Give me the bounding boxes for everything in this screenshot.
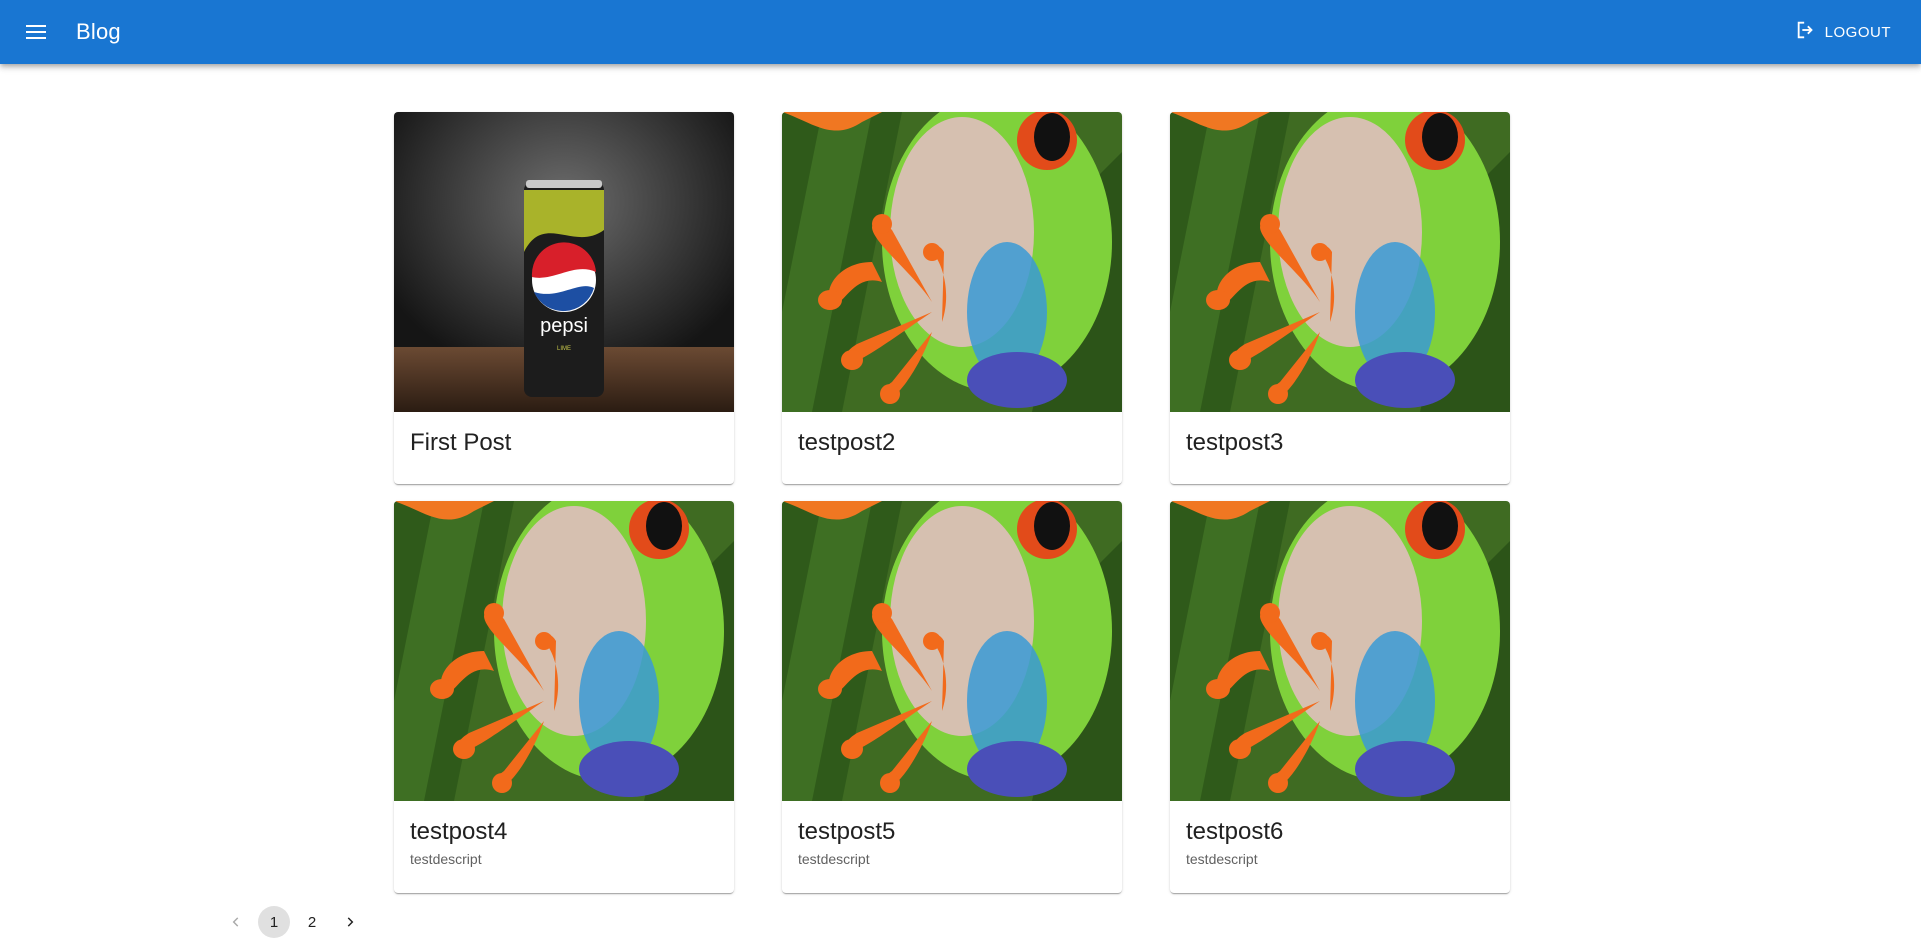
post-image xyxy=(782,501,1122,801)
post-card[interactable]: First Post xyxy=(394,112,734,484)
post-title: testpost4 xyxy=(410,818,508,845)
post-title: First Post xyxy=(410,429,512,456)
post-title: testpost6 xyxy=(1186,818,1284,845)
post-card[interactable]: testpost4 testdescript xyxy=(394,501,734,893)
previous-page-button[interactable] xyxy=(220,906,252,938)
chevron-right-icon xyxy=(347,917,354,927)
logout-label: LOGOUT xyxy=(1824,23,1891,41)
post-card[interactable]: testpost2 xyxy=(782,112,1122,484)
post-image xyxy=(1170,501,1510,801)
post-image xyxy=(782,112,1122,412)
pagination: 1 2 xyxy=(220,906,366,938)
post-description: testdescript xyxy=(410,851,482,867)
page-button-2[interactable]: 2 xyxy=(296,906,328,938)
page-button-1[interactable]: 1 xyxy=(258,906,290,938)
post-image xyxy=(394,501,734,801)
post-title: testpost3 xyxy=(1186,429,1284,456)
post-image xyxy=(394,112,734,412)
top-app-bar: Blog LOGOUT xyxy=(0,0,1921,64)
next-page-button[interactable] xyxy=(334,906,366,938)
post-grid: First Post testpost2 testpost3 testpost4… xyxy=(394,112,1511,893)
chevron-left-icon xyxy=(232,917,239,927)
post-card[interactable]: testpost5 testdescript xyxy=(782,501,1122,893)
post-title: testpost2 xyxy=(798,429,896,456)
post-description: testdescript xyxy=(798,851,870,867)
post-image xyxy=(1170,112,1510,412)
post-card[interactable]: testpost6 testdescript xyxy=(1170,501,1510,893)
hamburger-menu-icon[interactable] xyxy=(18,14,54,50)
post-description: testdescript xyxy=(1186,851,1258,867)
post-title: testpost5 xyxy=(798,818,896,845)
logout-icon xyxy=(1795,19,1817,45)
app-title: Blog xyxy=(76,19,121,44)
logout-button[interactable]: LOGOUT xyxy=(1795,12,1891,52)
post-card[interactable]: testpost3 xyxy=(1170,112,1510,484)
